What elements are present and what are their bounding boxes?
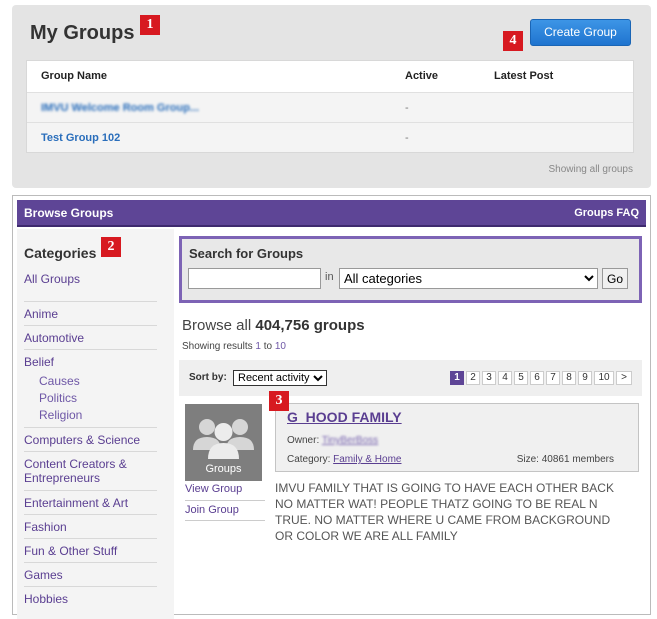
divider: [24, 325, 157, 326]
category-all-groups[interactable]: All Groups: [24, 272, 157, 286]
results-to-word: to: [260, 341, 275, 352]
category-games[interactable]: Games: [24, 568, 157, 582]
group-result-item: Groups View Group Join Group 3 G_HOOD FA…: [179, 391, 642, 611]
group-count: 404,756 groups: [255, 317, 365, 334]
category-anime[interactable]: Anime: [24, 307, 157, 321]
category-automotive[interactable]: Automotive: [24, 331, 157, 345]
avatar-label: Groups: [205, 463, 242, 475]
my-groups-panel: My Groups 1 4 Create Group Group Name Ac…: [12, 5, 651, 188]
category-entertainment-art[interactable]: Entertainment & Art: [24, 496, 157, 510]
table-header-row: Group Name Active Latest Post: [27, 61, 633, 92]
browse-all-prefix: Browse all: [182, 317, 256, 334]
group-category: Category: Family & Home: [287, 454, 402, 465]
category-belief[interactable]: Belief: [24, 355, 157, 369]
page-3[interactable]: 3: [482, 371, 496, 385]
group-name-link[interactable]: G_HOOD FAMILY: [287, 409, 402, 425]
browse-all-heading: Browse all 404,756 groups: [182, 317, 365, 334]
annotation-marker-4: 4: [503, 31, 523, 51]
divider: [24, 427, 157, 428]
category-select[interactable]: All categories: [339, 268, 598, 289]
category-politics[interactable]: Politics: [39, 391, 172, 405]
column-header-group-name: Group Name: [41, 70, 108, 82]
results-to: 10: [274, 341, 286, 352]
annotation-marker-3: 3: [269, 391, 289, 411]
group-owner: Owner: TinyBerBoss: [287, 435, 378, 446]
groups-faq-link[interactable]: Groups FAQ: [574, 200, 639, 227]
search-go-button[interactable]: Go: [602, 268, 628, 289]
sort-bar: Sort by: Recent activity 1 2 3 4 5 6 7 8…: [179, 360, 642, 396]
showing-all-groups-text: Showing all groups: [548, 164, 634, 175]
category-religion[interactable]: Religion: [39, 408, 172, 422]
page-8[interactable]: 8: [562, 371, 576, 385]
my-groups-table: Group Name Active Latest Post IMVU Welco…: [26, 60, 634, 153]
category-label: Category:: [287, 454, 334, 465]
showing-prefix: Showing results: [182, 341, 256, 352]
divider: [24, 301, 157, 302]
divider: [24, 349, 157, 350]
divider: [24, 562, 157, 563]
category-content-creators[interactable]: Content Creators & Entrepreneurs: [24, 457, 157, 485]
owner-label: Owner:: [287, 435, 322, 446]
view-group-link[interactable]: View Group: [185, 483, 242, 495]
divider: [24, 586, 157, 587]
group-detail-card: G_HOOD FAMILY Owner: TinyBerBoss Categor…: [275, 403, 639, 472]
sort-by-label: Sort by:: [189, 372, 227, 383]
group-link[interactable]: Test Group 102: [41, 123, 120, 153]
search-groups-box: Search for Groups in All categories Go: [179, 236, 642, 303]
browse-groups-panel: Browse Groups Groups FAQ Categories 2 Al…: [12, 195, 651, 619]
category-causes[interactable]: Causes: [39, 374, 172, 388]
category-fun-other-stuff[interactable]: Fun & Other Stuff: [24, 544, 157, 558]
category-link[interactable]: Family & Home: [333, 454, 401, 465]
category-hobbies[interactable]: Hobbies: [24, 592, 157, 606]
page-5[interactable]: 5: [514, 371, 528, 385]
page-4[interactable]: 4: [498, 371, 512, 385]
browse-groups-title: Browse Groups: [24, 206, 114, 220]
showing-results-text: Showing results 1 to 10: [182, 341, 286, 352]
divider: [24, 514, 157, 515]
create-group-button[interactable]: Create Group: [530, 19, 631, 46]
next-page-button[interactable]: >: [616, 371, 632, 385]
categories-sidebar: Categories 2 All Groups Anime Automotive…: [17, 229, 174, 619]
group-description: IMVU FAMILY THAT IS GOING TO HAVE EACH O…: [275, 481, 614, 543]
page-10[interactable]: 10: [594, 371, 614, 385]
page-2[interactable]: 2: [466, 371, 480, 385]
my-groups-title: My Groups: [30, 22, 135, 44]
group-avatar[interactable]: Groups: [185, 404, 262, 481]
page-1[interactable]: 1: [450, 371, 464, 385]
divider: [185, 520, 265, 521]
divider: [185, 500, 265, 501]
page-7[interactable]: 7: [546, 371, 560, 385]
group-active-value: -: [405, 102, 409, 114]
table-row: Test Group 102 -: [27, 122, 633, 152]
annotation-marker-2: 2: [101, 237, 121, 257]
column-header-active: Active: [405, 70, 439, 82]
group-people-icon: [193, 419, 254, 459]
group-size: Size: 40861 members: [516, 454, 614, 465]
table-row: IMVU Welcome Room Group... -: [27, 92, 633, 122]
divider: [24, 490, 157, 491]
page-6[interactable]: 6: [530, 371, 544, 385]
browse-groups-header: Browse Groups Groups FAQ: [17, 200, 646, 227]
group-active-value: -: [405, 132, 409, 144]
divider: [24, 538, 157, 539]
column-header-latest-post: Latest Post: [494, 70, 554, 82]
join-group-link[interactable]: Join Group: [185, 504, 239, 516]
divider: [24, 451, 157, 452]
category-fashion[interactable]: Fashion: [24, 520, 157, 534]
sort-select[interactable]: Recent activity: [233, 370, 327, 386]
search-groups-title: Search for Groups: [189, 246, 304, 261]
group-link[interactable]: IMVU Welcome Room Group...: [41, 93, 199, 123]
page-9[interactable]: 9: [578, 371, 592, 385]
owner-name-link[interactable]: TinyBerBoss: [322, 435, 378, 446]
categories-title: Categories: [24, 245, 97, 261]
search-in-label: in: [325, 271, 334, 283]
search-input[interactable]: [188, 268, 321, 289]
category-computers-science[interactable]: Computers & Science: [24, 433, 157, 447]
annotation-marker-1: 1: [140, 15, 160, 35]
